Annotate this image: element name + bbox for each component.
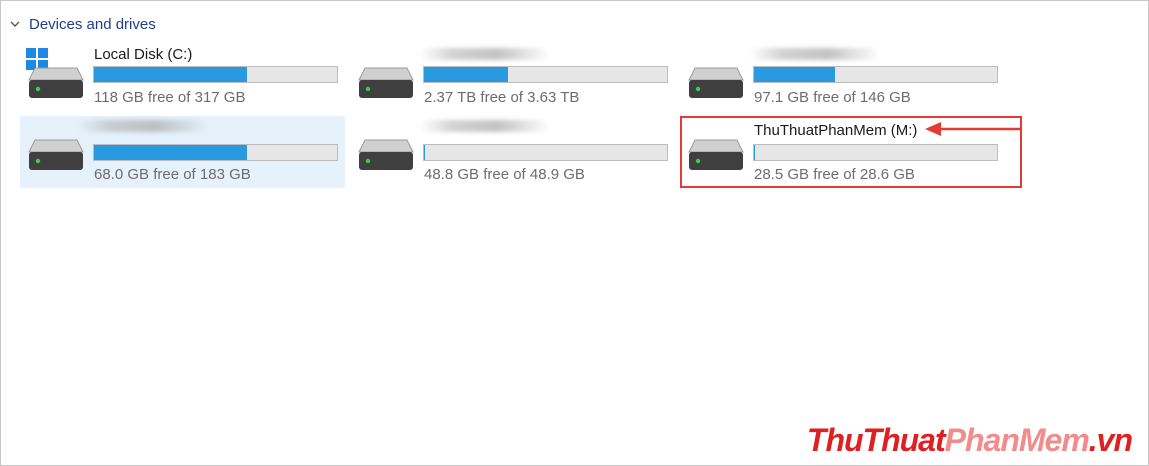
- drive-usage-bar: [423, 66, 668, 83]
- devices-section-header[interactable]: Devices and drives: [9, 13, 156, 35]
- red-arrow-icon: [925, 122, 1022, 136]
- drive-usage-fill: [94, 145, 247, 160]
- drive-item[interactable]: 2.37 TB free of 3.63 TB: [350, 44, 675, 116]
- drive-free-text: 2.37 TB free of 3.63 TB: [424, 89, 580, 106]
- drive-usage-fill: [424, 67, 509, 82]
- drive-free-text: 48.8 GB free of 48.9 GB: [424, 166, 585, 183]
- explorer-content-pane: Devices and drives Local Disk (C:) 118 G…: [0, 0, 1149, 466]
- blurred-drive-name: [420, 120, 550, 132]
- drive-free-text: 97.1 GB free of 146 GB: [754, 89, 911, 106]
- hard-drive-icon: [688, 139, 744, 170]
- drive-usage-fill: [754, 145, 755, 160]
- section-title: Devices and drives: [29, 15, 156, 33]
- drive-name: Local Disk (C:): [94, 46, 193, 63]
- blurred-drive-name: [420, 48, 550, 60]
- drive-usage-bar: [753, 66, 998, 83]
- drive-free-text: 28.5 GB free of 28.6 GB: [754, 166, 915, 183]
- blurred-drive-name: [750, 48, 880, 60]
- drive-usage-bar: [93, 66, 338, 83]
- drive-free-text: 118 GB free of 317 GB: [94, 89, 246, 106]
- drive-free-text: 68.0 GB free of 183 GB: [94, 166, 251, 183]
- drive-name: ThuThuatPhanMem (M:): [754, 122, 918, 139]
- drive-item[interactable]: Local Disk (C:) 118 GB free of 317 GB: [20, 44, 345, 116]
- hard-drive-icon: [688, 67, 744, 98]
- drive-usage-bar: [753, 144, 998, 161]
- hard-drive-icon: [358, 139, 414, 170]
- watermark-logo: ThuThuatPhanMem.vn: [806, 422, 1133, 458]
- hard-drive-icon: [28, 139, 84, 170]
- hard-drive-icon: [358, 67, 414, 98]
- drive-item[interactable]: 97.1 GB free of 146 GB: [680, 44, 1005, 116]
- drive-item-selected[interactable]: 68.0 GB free of 183 GB: [20, 116, 345, 188]
- drive-item[interactable]: 48.8 GB free of 48.9 GB: [350, 116, 675, 188]
- blurred-drive-name: [78, 120, 208, 132]
- drive-usage-fill: [94, 67, 247, 82]
- drive-usage-bar: [423, 144, 668, 161]
- chevron-down-icon[interactable]: [9, 18, 21, 30]
- hard-drive-icon: [28, 67, 84, 98]
- drive-usage-fill: [754, 67, 836, 82]
- drive-usage-bar: [93, 144, 338, 161]
